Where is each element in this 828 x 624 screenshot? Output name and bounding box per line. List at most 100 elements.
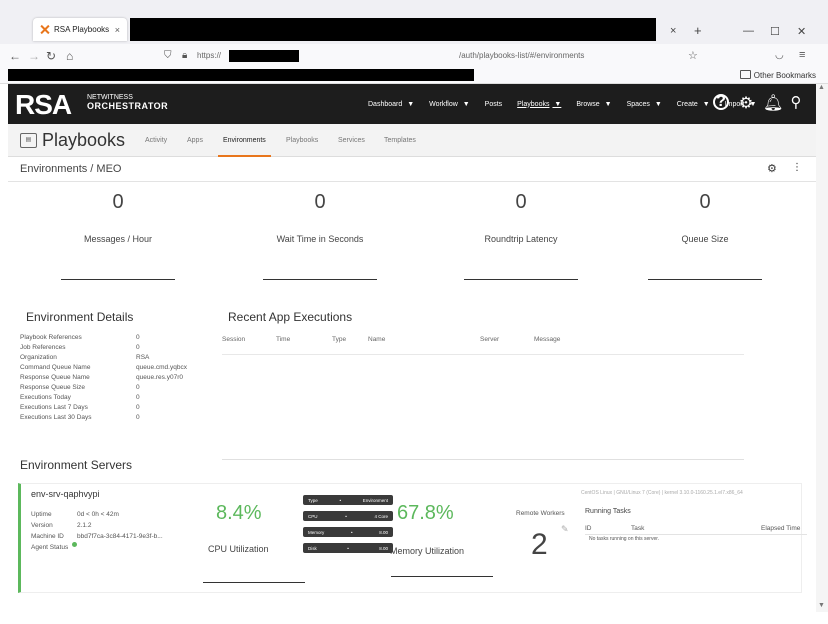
close-window-icon[interactable]: ✕	[797, 25, 806, 38]
scroll-down-icon[interactable]: ▼	[818, 602, 825, 609]
menu-posts[interactable]: Posts	[485, 101, 503, 108]
server-info-row: Version 2.1.2	[31, 522, 92, 529]
tab-close-icon[interactable]: ×	[115, 25, 120, 35]
redacted-url-host	[229, 50, 299, 62]
tab-apps[interactable]: Apps	[187, 137, 203, 144]
running-tasks-empty: No tasks running on this server.	[589, 536, 660, 542]
detail-row: Response Queue Size 0	[20, 384, 140, 391]
metric-label: Queue Size	[681, 234, 729, 244]
cpu-divider	[203, 582, 305, 583]
server-info-row: Machine ID bbd7f7ca-3c84-4171-9e3f-b...	[31, 533, 163, 540]
agent-status-dot-icon	[72, 542, 78, 547]
detail-row: Playbook References 0	[20, 334, 140, 341]
minimize-icon[interactable]: —	[743, 25, 754, 37]
remote-workers-label: Remote Workers	[516, 510, 565, 517]
settings-gear-icon[interactable]: ⚙	[738, 93, 754, 113]
redacted-bookmarks	[8, 69, 474, 81]
menu-dashboard[interactable]: Dashboard	[368, 101, 414, 108]
detail-row: Organization RSA	[20, 354, 150, 361]
edit-pencil-icon[interactable]: ✎	[561, 524, 569, 535]
logo-subtitle: NETWITNESS ORCHESTRATOR	[87, 94, 169, 111]
col-session[interactable]: Session	[222, 336, 245, 343]
col-id[interactable]: ID	[585, 525, 592, 532]
metric-roundtrip-latency: 0 Roundtrip Latency	[451, 191, 591, 280]
browser-tabstrip: RSA Playbooks × × + — ☐ ✕	[0, 0, 828, 44]
menu-browse[interactable]: Browse	[576, 101, 611, 108]
environment-details-heading: Environment Details	[26, 310, 134, 324]
reload-icon[interactable]: ↻	[46, 49, 56, 63]
memory-utilization-value: 67.8%	[397, 502, 454, 524]
tab-environments[interactable]: Environments	[218, 137, 271, 157]
menu-playbooks[interactable]: Playbooks	[517, 101, 561, 108]
server-info-row: Agent Status	[31, 542, 163, 553]
metric-value: 0	[699, 191, 711, 213]
tab-services[interactable]: Services	[338, 137, 365, 144]
server-badges: Type • Environment CPU • 4 Core Memory • 8.00 …	[303, 495, 393, 559]
remote-workers-value: 2	[531, 528, 548, 561]
metric-queue-size: 0 Queue Size	[635, 191, 775, 280]
tab-templates[interactable]: Templates	[384, 137, 416, 144]
rsa-logo[interactable]: RSA	[15, 89, 72, 121]
other-bookmarks[interactable]: Other Bookmarks	[740, 70, 816, 80]
col-task[interactable]: Task	[631, 525, 644, 532]
tab-list-close-icon[interactable]: ×	[670, 25, 676, 37]
environment-details-list: Playbook References 0 Job References 0 Org…	[20, 333, 187, 423]
metric-label: Roundtrip Latency	[484, 234, 558, 244]
executions-divider	[222, 354, 744, 355]
main-menu: Dashboard Workflow Posts Playbooks Brows…	[368, 84, 771, 124]
rsa-favicon-icon	[39, 24, 50, 35]
page-scrollbar[interactable]: ▲ ▼	[816, 84, 828, 612]
help-icon[interactable]: ?	[713, 93, 729, 113]
scroll-up-icon[interactable]: ▲	[818, 84, 825, 91]
menu-spaces[interactable]: Spaces	[627, 101, 662, 108]
menu-workflow[interactable]: Workflow	[429, 101, 470, 108]
tab-title: RSA Playbooks	[54, 25, 110, 34]
forward-icon[interactable]: →	[28, 49, 40, 63]
back-icon[interactable]: ←	[9, 49, 21, 63]
detail-row: Executions Today 0	[20, 394, 140, 401]
col-name[interactable]: Name	[368, 336, 385, 343]
page-content: ▤ Playbooks Activity Apps Environments P…	[8, 124, 816, 612]
app-menu-icon[interactable]: ≡	[799, 49, 805, 61]
environment-settings-icon[interactable]: ⚙	[767, 162, 777, 175]
col-message[interactable]: Message	[534, 336, 560, 343]
tab-activity[interactable]: Activity	[145, 137, 167, 144]
more-options-icon[interactable]: ⋮	[792, 162, 802, 173]
col-type[interactable]: Type	[332, 336, 346, 343]
cpu-utilization-value: 8.4%	[216, 502, 262, 524]
os-info: CentOS Linux | GNU/Linux 7 (Core) | kern…	[581, 490, 743, 496]
notification-bell-icon[interactable]: 🔔︎	[763, 93, 783, 113]
environment-bar: Environments / MEO ⚙ ⋮	[8, 157, 816, 182]
new-tab-icon[interactable]: +	[694, 23, 702, 38]
col-server[interactable]: Server	[480, 336, 499, 343]
detail-row: Executions Last 7 Days 0	[20, 404, 140, 411]
server-name: env-srv-qaphvypi	[31, 489, 100, 499]
badge-disk: Disk • 8.00	[303, 543, 393, 553]
memory-utilization-label: Memory Utilization	[390, 546, 465, 556]
pocket-icon[interactable]: ◡	[775, 50, 784, 61]
detail-row: Response Queue Name queue.res.y07r0	[20, 374, 183, 381]
metric-divider	[464, 279, 578, 280]
col-time[interactable]: Time	[276, 336, 290, 343]
menu-create[interactable]: Create	[677, 101, 710, 108]
detail-row: Job References 0	[20, 344, 140, 351]
recent-executions-heading: Recent App Executions	[228, 310, 353, 324]
memory-divider	[391, 576, 493, 577]
url-prefix: https://	[197, 51, 222, 60]
app-header: RSA NETWITNESS ORCHESTRATOR Dashboard Wo…	[8, 84, 816, 124]
server-card[interactable]: env-srv-qaphvypi Uptime 0d < 0h < 42m Ver…	[18, 483, 807, 593]
server-info: Uptime 0d < 0h < 42m Version 2.1.2 Machine…	[31, 509, 163, 553]
detail-row: Executions Last 30 Days 0	[20, 414, 140, 421]
maximize-icon[interactable]: ☐	[770, 25, 780, 38]
badge-memory: Memory • 8.00	[303, 527, 393, 537]
home-icon[interactable]: ⌂	[66, 49, 73, 63]
server-info-row: Uptime 0d < 0h < 42m	[31, 511, 119, 518]
tab-playbooks[interactable]: Playbooks	[286, 137, 318, 144]
metric-value: 0	[515, 191, 527, 213]
metric-label: Messages / Hour	[83, 234, 153, 244]
header-icons: ? ⚙ 🔔︎ ⚲	[713, 93, 813, 113]
running-tasks-heading: Running Tasks	[585, 508, 631, 515]
browser-tab[interactable]: RSA Playbooks ×	[33, 18, 127, 41]
col-elapsed-time[interactable]: Elapsed Time	[761, 525, 800, 532]
search-icon[interactable]: ⚲	[788, 93, 804, 113]
